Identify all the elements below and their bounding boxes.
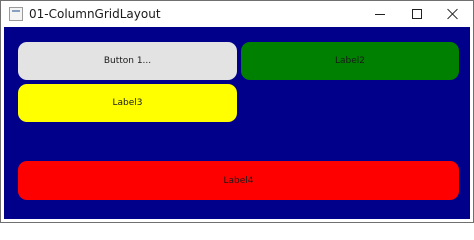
app-window: 01-ColumnGridLayout Button 1... Label2 L… bbox=[0, 0, 474, 223]
app-window-icon[interactable] bbox=[9, 7, 23, 21]
label-2: Label2 bbox=[241, 42, 459, 80]
title-bar[interactable]: 01-ColumnGridLayout bbox=[1, 1, 473, 27]
close-icon bbox=[447, 8, 459, 20]
button-1[interactable]: Button 1... bbox=[18, 42, 237, 80]
button-1-label: Button 1... bbox=[103, 56, 152, 66]
maximize-icon bbox=[412, 9, 422, 19]
label-3: Label3 bbox=[18, 84, 237, 122]
minimize-icon bbox=[375, 14, 385, 15]
grid-layout-area: Button 1... Label2 Label3 Label4 bbox=[4, 27, 470, 219]
label-4: Label4 bbox=[18, 161, 459, 200]
label-2-text: Label2 bbox=[334, 56, 365, 66]
close-button[interactable] bbox=[433, 1, 473, 27]
label-3-text: Label3 bbox=[112, 98, 143, 108]
window-title: 01-ColumnGridLayout bbox=[29, 7, 161, 21]
label-4-text: Label4 bbox=[223, 175, 254, 186]
